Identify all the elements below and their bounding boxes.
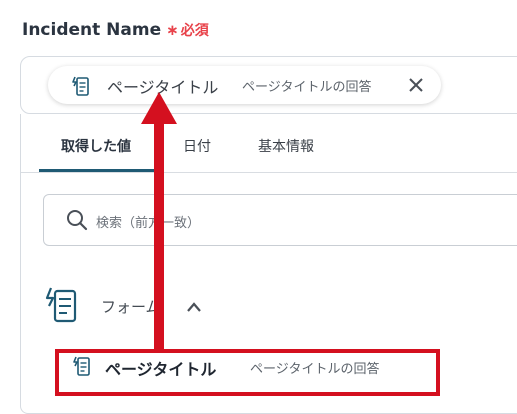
list-item-page-title[interactable]: ページタイトル ページタイトルの回答: [54, 346, 434, 386]
tab-basic-info[interactable]: 基本情報: [258, 136, 314, 156]
chip-subtitle: ページタイトルの回答: [242, 80, 372, 95]
item-title: ページタイトル: [105, 360, 217, 379]
tab-bar: 取得した値 日付 基本情報: [21, 114, 517, 173]
required-text: 必須: [180, 23, 209, 39]
chip-title: ページタイトル: [107, 78, 219, 97]
required-mark: ∗: [166, 21, 179, 39]
close-icon[interactable]: [406, 75, 426, 95]
field-label: Incident Name: [22, 20, 162, 40]
chevron-up-icon[interactable]: [186, 298, 202, 317]
group-form[interactable]: フォーム: [43, 286, 343, 326]
incident-name-field[interactable]: ページタイトル ページタイトルの回答: [20, 56, 517, 114]
value-picker-panel: 取得した値 日付 基本情報 検索（前方一致） フォーム ページタイトル ページタ…: [20, 114, 517, 414]
search-placeholder: 検索（前方一致）: [96, 216, 201, 231]
field-label-row: Incident Name ∗ 必須: [22, 18, 209, 42]
form-icon: [71, 355, 91, 381]
form-icon: [70, 75, 90, 101]
tab-date[interactable]: 日付: [183, 136, 211, 156]
tab-retrieved-values[interactable]: 取得した値: [61, 136, 131, 156]
active-tab-indicator: [39, 169, 162, 172]
search-input[interactable]: 検索（前方一致）: [43, 194, 517, 246]
item-subtitle: ページタイトルの回答: [250, 362, 380, 377]
selected-value-chip[interactable]: ページタイトル ページタイトルの回答: [48, 66, 441, 104]
group-label: フォーム: [101, 298, 161, 316]
search-icon: [66, 209, 88, 235]
form-icon: [43, 286, 79, 330]
